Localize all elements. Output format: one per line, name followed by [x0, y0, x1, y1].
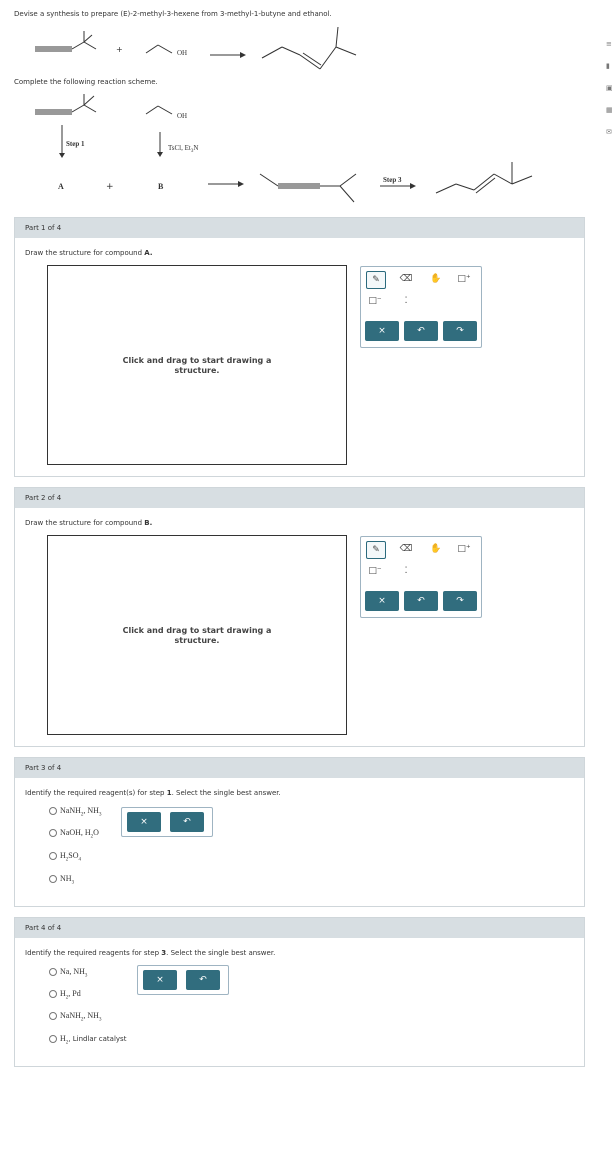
redo-button[interactable]: ↷	[443, 321, 477, 341]
canvas-hint: Click and drag to start drawing a struct…	[122, 626, 272, 645]
drawing-toolbar-a: ✎ ⌫ ✋ □⁺ □⁻ ⁚ × ↶ ↷	[360, 266, 482, 348]
ethanol-reactant-structure	[145, 105, 173, 115]
part-3-panel: Part 3 of 4 Identify the required reagen…	[14, 757, 585, 907]
eraser-icon[interactable]: ⌫	[397, 541, 415, 557]
part-1-header: Part 1 of 4	[15, 218, 584, 238]
charge-icon[interactable]: □⁺	[455, 271, 473, 287]
drawing-canvas-a[interactable]: Click and drag to start drawing a struct…	[47, 265, 347, 465]
plus-sign: +	[116, 45, 123, 54]
option-radio[interactable]: H2, Lindlar catalyst	[49, 1034, 126, 1046]
part-2-question: Draw the structure for compound B.	[25, 519, 153, 527]
oh-label-2: OH	[177, 112, 187, 120]
undo-button[interactable]: ↶	[186, 970, 220, 990]
calculator-icon[interactable]: ▦	[606, 106, 614, 114]
option-radio[interactable]: Na, NH3	[49, 967, 87, 979]
pencil-icon[interactable]: ✎	[366, 541, 386, 559]
step1-label: Step 1	[66, 140, 85, 148]
pencil-icon[interactable]: ✎	[366, 271, 386, 289]
part-4-header: Part 4 of 4	[15, 918, 584, 938]
alkyne-reactant-structure	[35, 94, 97, 115]
ring-template-icon[interactable]: □⁻	[366, 563, 384, 579]
problem-prompt: Devise a synthesis to prepare (E)-2-meth…	[14, 10, 332, 18]
hand-icon[interactable]: ✋	[427, 271, 445, 287]
clear-button[interactable]: ×	[143, 970, 177, 990]
ethanol-structure	[145, 44, 173, 54]
answer-actions: × ↶	[121, 807, 213, 837]
undo-button[interactable]: ↶	[170, 812, 204, 832]
menu-icon[interactable]: ≡	[606, 40, 614, 48]
complete-instructions: Complete the following reaction scheme.	[14, 78, 158, 86]
clear-button[interactable]: ×	[365, 321, 399, 341]
part-2-panel: Part 2 of 4 Draw the structure for compo…	[14, 487, 585, 747]
compound-a-label: A	[58, 182, 64, 191]
lone-pair-icon[interactable]: ⁚	[397, 563, 415, 579]
plus-sign-2: +	[106, 182, 114, 192]
hand-icon[interactable]: ✋	[427, 541, 445, 557]
mail-icon[interactable]: ✉	[606, 128, 614, 136]
compound-b-label: B	[158, 182, 164, 191]
chart-icon[interactable]: ▮	[606, 62, 614, 70]
undo-button[interactable]: ↶	[404, 591, 438, 611]
drawing-toolbar-b: ✎ ⌫ ✋ □⁺ □⁻ ⁚ × ↶ ↷	[360, 536, 482, 618]
clear-button[interactable]: ×	[365, 591, 399, 611]
product-structure	[261, 26, 357, 70]
charge-icon[interactable]: □⁺	[455, 541, 473, 557]
canvas-hint: Click and drag to start drawing a struct…	[122, 356, 272, 375]
drawing-canvas-b[interactable]: Click and drag to start drawing a struct…	[47, 535, 347, 735]
oh-label: OH	[177, 49, 187, 57]
start-alkyne-structure	[35, 31, 97, 52]
option-radio[interactable]: H2SO4	[49, 851, 81, 863]
lone-pair-icon[interactable]: ⁚	[397, 293, 415, 309]
final-product-structure	[435, 162, 533, 194]
overall-reaction-scheme: + OH	[35, 26, 357, 70]
part-4-panel: Part 4 of 4 Identify the required reagen…	[14, 917, 585, 1067]
tscl-reagent: TsCl, Et3N	[168, 144, 198, 154]
option-radio[interactable]: NH3	[49, 874, 74, 886]
option-radio[interactable]: NaNH2, NH3	[49, 806, 101, 818]
undo-button[interactable]: ↶	[404, 321, 438, 341]
part-4-question: Identify the required reagents for step …	[25, 949, 276, 957]
part-3-header: Part 3 of 4	[15, 758, 584, 778]
part-1-panel: Part 1 of 4 Draw the structure for compo…	[14, 217, 585, 477]
redo-button[interactable]: ↷	[443, 591, 477, 611]
detailed-reaction-scheme: OH Step 1 TsCl, Et3N A + B Step 3	[35, 94, 533, 203]
option-radio[interactable]: NaNH2, NH3	[49, 1011, 101, 1023]
part-3-question: Identify the required reagent(s) for ste…	[25, 789, 281, 797]
step3-label: Step 3	[383, 176, 402, 184]
clear-button[interactable]: ×	[127, 812, 161, 832]
answer-actions: × ↶	[137, 965, 229, 995]
ring-template-icon[interactable]: □⁻	[366, 293, 384, 309]
internal-alkyne-structure	[259, 173, 357, 203]
part-1-question: Draw the structure for compound A.	[25, 249, 153, 257]
part-2-header: Part 2 of 4	[15, 488, 584, 508]
book-icon[interactable]: ▣	[606, 84, 614, 92]
option-radio[interactable]: NaOH, H2O	[49, 828, 99, 840]
eraser-icon[interactable]: ⌫	[397, 271, 415, 287]
option-radio[interactable]: H2, Pd	[49, 989, 81, 1001]
